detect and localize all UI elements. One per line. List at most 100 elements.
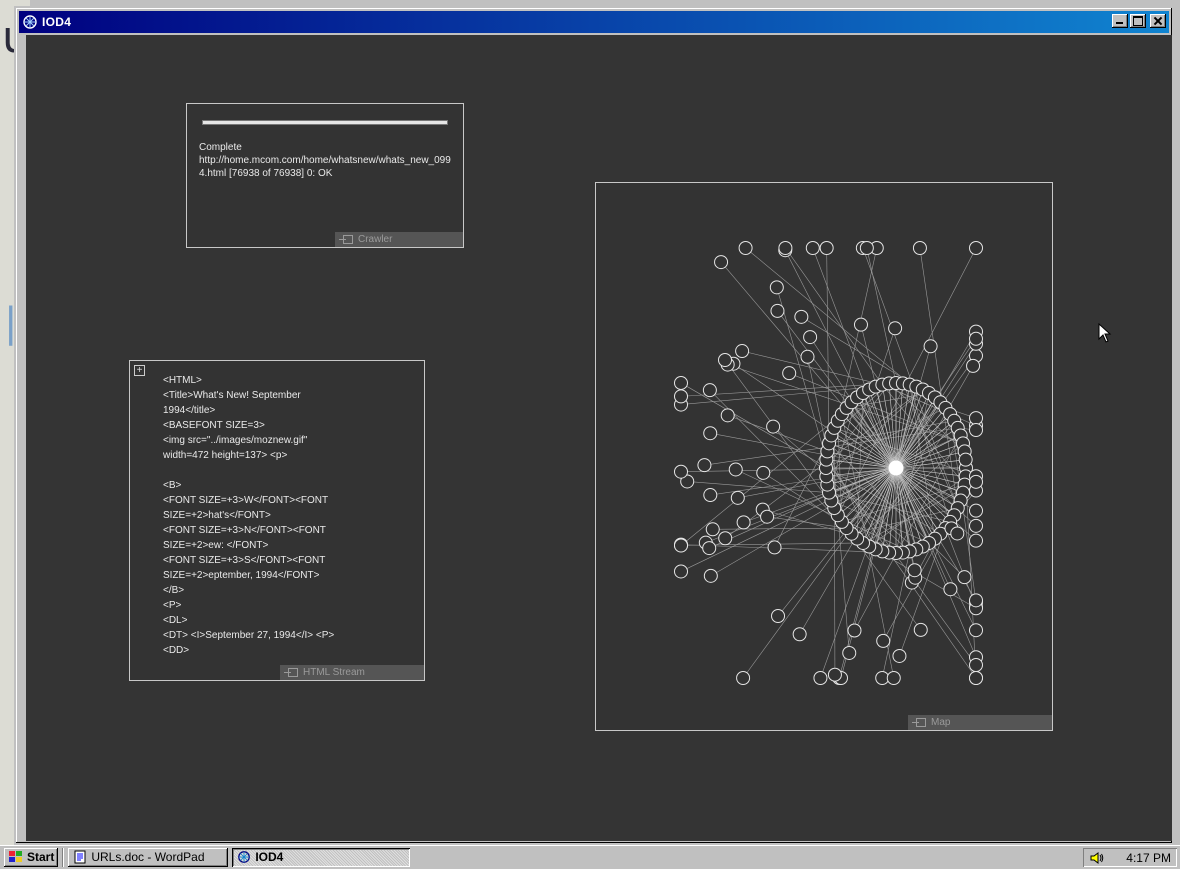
maximize-icon[interactable] — [1130, 14, 1146, 28]
graph-node[interactable] — [966, 358, 981, 373]
graph-node[interactable] — [770, 303, 785, 318]
graph-node[interactable] — [720, 408, 735, 423]
graph-node[interactable] — [876, 633, 891, 648]
map-label-tab[interactable]: Map — [908, 715, 1052, 730]
close-icon[interactable] — [1150, 14, 1166, 28]
map-panel[interactable]: Map — [595, 182, 1053, 731]
graph-node[interactable] — [943, 582, 958, 597]
graph-node[interactable] — [705, 522, 720, 537]
graph-node[interactable] — [702, 541, 717, 556]
crawler-progress-fill — [203, 121, 447, 124]
graph-node[interactable] — [735, 344, 750, 359]
graph-node[interactable] — [969, 658, 983, 673]
start-button[interactable]: Start — [4, 847, 59, 867]
graph-node[interactable] — [736, 671, 751, 685]
graph-node[interactable] — [969, 411, 983, 426]
graph-node[interactable] — [771, 609, 786, 624]
graph-node[interactable] — [969, 533, 983, 548]
graph-node[interactable] — [703, 426, 718, 441]
app-icon — [238, 851, 251, 863]
task-label: URLs.doc - WordPad — [91, 850, 205, 864]
graph-node[interactable] — [778, 241, 793, 255]
minimize-icon[interactable] — [1112, 14, 1128, 28]
graph-node[interactable] — [957, 570, 972, 585]
graph-node[interactable] — [969, 331, 983, 346]
graph-node[interactable] — [969, 518, 983, 533]
expand-icon[interactable]: + — [134, 365, 145, 376]
graph-node[interactable] — [888, 321, 903, 336]
taskbar: Start URLs.doc - WordPad IOD4 4:17 PM — [0, 845, 1180, 869]
graph-node[interactable] — [697, 458, 712, 473]
graph-node[interactable] — [738, 241, 753, 255]
graph-node[interactable] — [886, 671, 901, 685]
graph-node[interactable] — [792, 627, 807, 642]
graph-node[interactable] — [969, 423, 983, 438]
graph-node[interactable] — [728, 462, 743, 477]
graph-node[interactable] — [674, 538, 688, 553]
graph-node[interactable] — [769, 280, 784, 295]
crawler-detail: http://home.mcom.com/home/whatsnew/whats… — [199, 155, 451, 179]
graph-node[interactable] — [853, 317, 868, 332]
graph-node[interactable] — [969, 671, 983, 685]
graph-node[interactable] — [703, 568, 718, 583]
html-stream-panel[interactable]: + <HTML> <Title>What's New! September 19… — [129, 360, 425, 681]
graph-node[interactable] — [859, 241, 874, 255]
graph-node[interactable] — [718, 531, 733, 546]
graph-node[interactable] — [794, 309, 809, 324]
graph-node[interactable] — [703, 488, 718, 503]
graph-hub-node[interactable] — [888, 460, 904, 476]
link-graph[interactable] — [596, 183, 1052, 730]
graph-edge — [851, 402, 897, 469]
dock-icon — [284, 668, 298, 677]
graph-node[interactable] — [767, 540, 782, 555]
graph-node[interactable] — [907, 563, 922, 578]
graph-edge — [841, 413, 897, 469]
canvas-area[interactable]: Complete http://home.mcom.com/home/whats… — [26, 35, 1172, 841]
graph-node[interactable] — [730, 490, 745, 505]
graph-node[interactable] — [913, 622, 928, 637]
graph-node[interactable] — [803, 330, 818, 345]
title-bar[interactable]: IOD4 — [19, 11, 1169, 33]
graph-node[interactable] — [674, 389, 688, 404]
graph-node[interactable] — [819, 241, 834, 255]
iod4-window: IOD4 Complete http://home.mcom.com/home/… — [14, 6, 1174, 845]
graph-node[interactable] — [827, 667, 842, 682]
graph-node[interactable] — [842, 645, 857, 660]
graph-node[interactable] — [969, 593, 983, 608]
crawler-label-tab[interactable]: Crawler — [335, 232, 463, 247]
html-stream-label: HTML Stream — [303, 667, 365, 678]
task-wordpad[interactable]: URLs.doc - WordPad — [68, 847, 229, 867]
graph-node[interactable] — [912, 241, 927, 255]
graph-node[interactable] — [969, 241, 983, 255]
graph-node[interactable] — [674, 464, 688, 479]
graph-node[interactable] — [847, 623, 862, 638]
graph-node[interactable] — [923, 339, 938, 354]
graph-node[interactable] — [805, 241, 820, 255]
map-label: Map — [931, 717, 951, 728]
graph-node[interactable] — [714, 255, 729, 270]
html-stream-label-tab[interactable]: HTML Stream — [280, 665, 424, 680]
graph-node[interactable] — [969, 623, 983, 638]
graph-node[interactable] — [736, 515, 751, 530]
crawler-panel[interactable]: Complete http://home.mcom.com/home/whats… — [186, 103, 464, 248]
graph-node[interactable] — [756, 465, 771, 480]
graph-node[interactable] — [800, 349, 815, 364]
crawler-status-text: Complete http://home.mcom.com/home/whats… — [199, 141, 459, 180]
graph-node[interactable] — [950, 526, 965, 541]
graph-node[interactable] — [766, 419, 781, 434]
app-icon — [23, 15, 37, 29]
graph-node[interactable] — [813, 671, 828, 685]
graph-node[interactable] — [782, 366, 797, 381]
task-iod4[interactable]: IOD4 — [232, 847, 411, 867]
graph-node[interactable] — [892, 648, 907, 663]
graph-node[interactable] — [718, 353, 733, 368]
graph-node[interactable] — [702, 383, 717, 398]
graph-node[interactable] — [674, 564, 688, 579]
graph-node[interactable] — [674, 375, 688, 390]
graph-node[interactable] — [958, 452, 973, 467]
graph-node[interactable] — [760, 509, 775, 524]
graph-node[interactable] — [969, 474, 983, 489]
speaker-icon[interactable] — [1089, 851, 1105, 865]
system-tray: 4:17 PM — [1083, 848, 1177, 867]
graph-node[interactable] — [969, 503, 983, 518]
